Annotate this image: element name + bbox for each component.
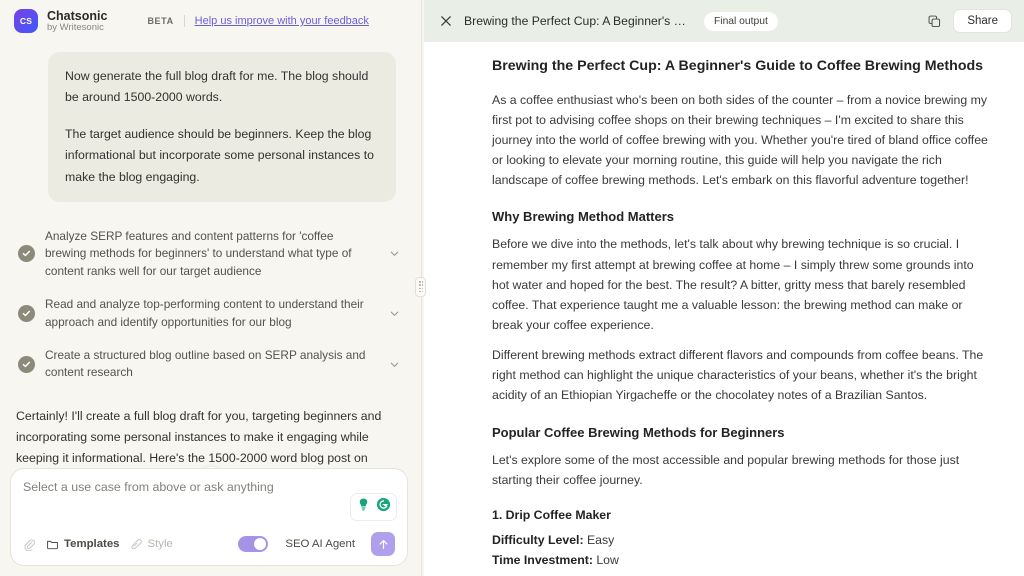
- templates-label: Templates: [64, 538, 120, 550]
- time-label: Time Investment:: [492, 552, 593, 567]
- section-heading-popular-methods: Popular Coffee Brewing Methods for Begin…: [492, 424, 785, 440]
- chat-scroll-area[interactable]: Now generate the full blog draft for me.…: [0, 42, 418, 468]
- close-icon[interactable]: [438, 13, 454, 29]
- beta-badge: BETA: [147, 16, 174, 26]
- resize-grip-handle[interactable]: [415, 277, 426, 297]
- final-output-badge: Final output: [704, 11, 778, 31]
- lightbulb-icon[interactable]: [356, 497, 371, 517]
- task-list: Analyze SERP features and content patter…: [12, 220, 406, 390]
- task-item[interactable]: Analyze SERP features and content patter…: [12, 220, 406, 288]
- document-body[interactable]: Brewing the Perfect Cup: A Beginner's Gu…: [424, 42, 1024, 576]
- composer-toolbar: Templates Style SEO AI Agent: [23, 532, 395, 556]
- task-item[interactable]: Create a structured blog outline based o…: [12, 339, 406, 390]
- document-panel: Brewing the Perfect Cup: A Beginner's Gu…: [424, 0, 1024, 576]
- method-difficulty-row: Difficulty Level: Easy: [492, 531, 990, 551]
- section2-paragraph-1: Let's explore some of the most accessibl…: [492, 452, 960, 487]
- folder-icon: [47, 540, 58, 549]
- task-label: Analyze SERP features and content patter…: [45, 228, 352, 278]
- divider-line: [183, 15, 185, 27]
- user-message-bubble: Now generate the full blog draft for me.…: [48, 52, 396, 202]
- style-button[interactable]: Style: [130, 538, 173, 551]
- copy-icon[interactable]: [925, 12, 943, 30]
- brand-bar: CS Chatsonic by Writesonic BETA Help us …: [0, 0, 418, 42]
- task-item[interactable]: Read and analyze top-performing content …: [12, 288, 406, 339]
- seo-ai-agent-toggle[interactable]: [238, 536, 269, 552]
- difficulty-value: Easy: [586, 532, 615, 547]
- check-circle-icon: [18, 245, 35, 263]
- chat-panel: CS Chatsonic by Writesonic BETA Help us …: [0, 0, 418, 576]
- app-root: CS Chatsonic by Writesonic BETA Help us …: [0, 0, 1024, 576]
- share-button[interactable]: Share: [953, 9, 1012, 33]
- seo-ai-agent-label: SEO AI Agent: [285, 538, 355, 550]
- chevron-down-icon[interactable]: [386, 308, 402, 319]
- difficulty-label: Difficulty Level:: [492, 532, 584, 547]
- task-label: Read and analyze top-performing content …: [45, 297, 364, 329]
- user-message-paragraph-2: The target audience should be beginners.…: [65, 127, 374, 184]
- templates-button[interactable]: Templates: [46, 538, 120, 551]
- app-title: Chatsonic: [47, 8, 108, 23]
- feedback-link[interactable]: Help us improve with your feedback: [195, 15, 369, 27]
- document-header: Brewing the Perfect Cup: A Beginner's Gu…: [424, 0, 1024, 42]
- attach-file-button[interactable]: [23, 538, 36, 551]
- section-heading-why-brewing-method-matters: Why Brewing Method Matters: [492, 209, 675, 225]
- paperclip-icon: [24, 538, 36, 551]
- message-composer[interactable]: Select a use case from above or ask anyt…: [10, 468, 408, 566]
- document-intro-paragraph: As a coffee enthusiast who's been on bot…: [492, 92, 988, 188]
- style-label: Style: [147, 538, 173, 550]
- writing-assistant-icons: [350, 493, 397, 521]
- chevron-down-icon[interactable]: [386, 359, 402, 370]
- arrow-up-icon: [379, 539, 387, 549]
- chatsonic-logo-icon: CS: [14, 9, 38, 33]
- pen-icon: [131, 538, 142, 549]
- composer-wrapper: Select a use case from above or ask anyt…: [0, 468, 418, 576]
- panel-resize-divider[interactable]: [415, 0, 426, 576]
- app-subtitle: by Writesonic: [47, 21, 104, 33]
- document-title: Brewing the Perfect Cup: A Beginner's Gu…: [492, 58, 984, 74]
- grammarly-icon[interactable]: [376, 497, 391, 517]
- user-message-paragraph-1: Now generate the full blog draft for me.…: [65, 69, 369, 105]
- logo-text: CS: [19, 16, 33, 26]
- brand-text: Chatsonic by Writesonic: [47, 9, 107, 34]
- method-time-row: Time Investment: Low: [492, 551, 990, 571]
- check-circle-icon: [18, 355, 35, 373]
- time-value: Low: [596, 552, 619, 567]
- task-label: Create a structured blog outline based o…: [45, 347, 366, 380]
- method-heading-drip-coffee-maker: 1. Drip Coffee Maker: [492, 507, 611, 522]
- document-tab-title[interactable]: Brewing the Perfect Cup: A Beginner's Gu…: [464, 14, 694, 28]
- send-button[interactable]: [371, 532, 395, 556]
- section1-paragraph-2: Different brewing methods extract differ…: [492, 348, 984, 403]
- chevron-down-icon[interactable]: [386, 248, 402, 259]
- assistant-message: Certainly! I'll create a full blog draft…: [16, 408, 382, 466]
- toggle-knob: [254, 538, 267, 550]
- check-circle-icon: [18, 305, 35, 323]
- composer-placeholder[interactable]: Select a use case from above or ask anyt…: [23, 480, 395, 494]
- section1-paragraph-1: Before we dive into the methods, let's t…: [492, 237, 974, 332]
